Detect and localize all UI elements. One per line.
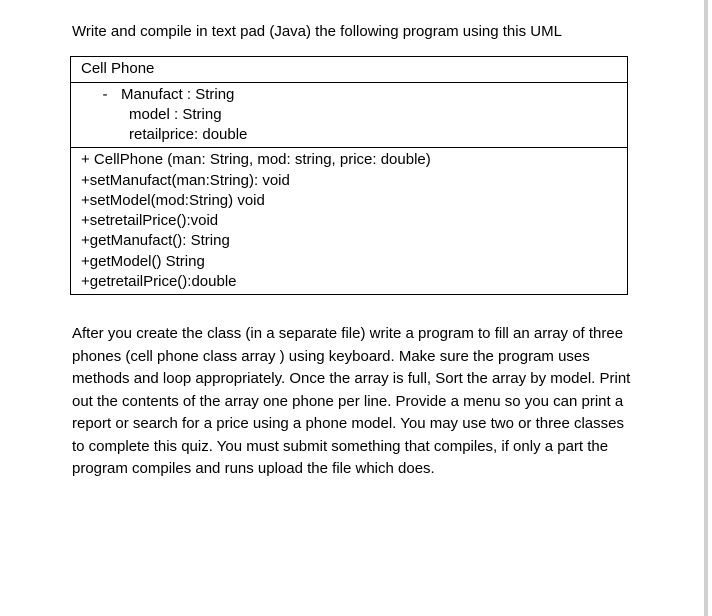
uml-method-text: +setretailPrice():void	[81, 211, 621, 231]
uml-method-text: +getretailPrice():double	[81, 272, 621, 292]
uml-class-name: Cell Phone	[71, 57, 627, 82]
uml-method-text: +getManufact(): String	[81, 231, 621, 251]
uml-field-row: - Manufact : String	[81, 85, 621, 105]
uml-fields-section: - Manufact : String model : String retai…	[71, 83, 627, 149]
intro-text: Write and compile in text pad (Java) the…	[72, 22, 640, 42]
instructions-text: After you create the class (in a separat…	[72, 323, 640, 481]
uml-method-text: +setModel(mod:String) void	[81, 191, 621, 211]
uml-field-text: Manufact : String	[121, 85, 621, 105]
uml-method-text: +getModel() String	[81, 252, 621, 272]
uml-field-text: retailprice: double	[81, 125, 621, 145]
uml-visibility-dash: -	[81, 85, 121, 105]
uml-method-text: + CellPhone (man: String, mod: string, p…	[81, 150, 621, 170]
uml-methods-section: + CellPhone (man: String, mod: string, p…	[71, 148, 627, 294]
uml-diagram: Cell Phone - Manufact : String model : S…	[70, 56, 628, 295]
document-page: Write and compile in text pad (Java) the…	[0, 22, 712, 481]
uml-field-text: model : String	[81, 105, 621, 125]
uml-method-text: +setManufact(man:String): void	[81, 171, 621, 191]
page-edge-shadow	[704, 0, 708, 616]
